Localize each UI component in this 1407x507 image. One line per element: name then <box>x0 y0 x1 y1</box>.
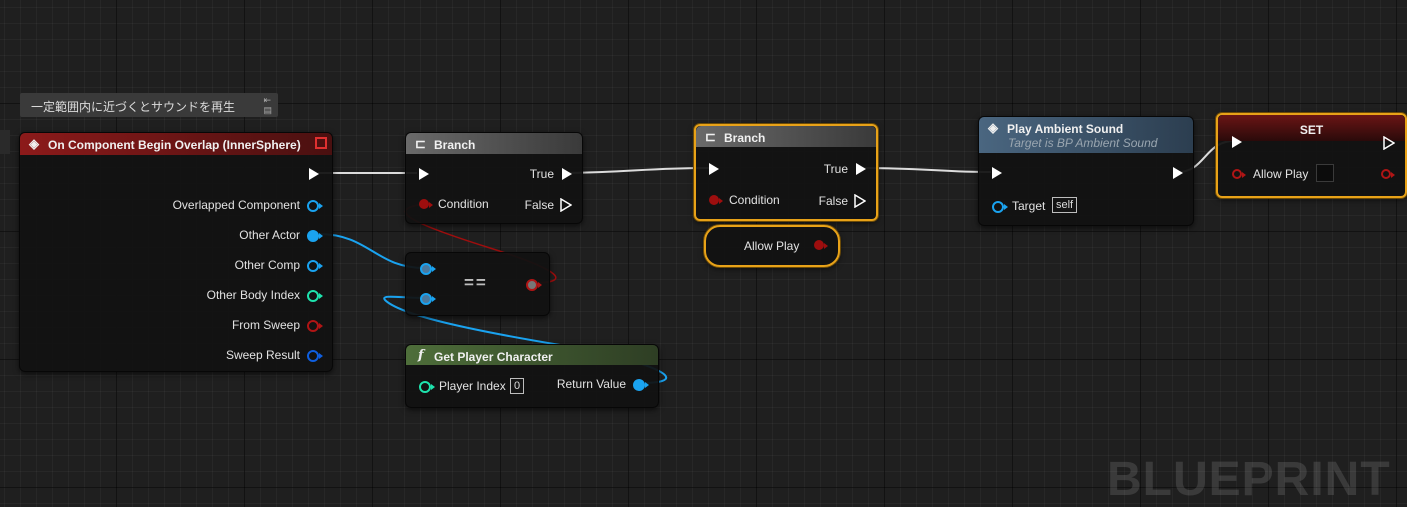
condition-pin[interactable] <box>709 195 723 205</box>
from-sweep-pin[interactable] <box>307 320 323 332</box>
side-tab[interactable] <box>0 130 10 154</box>
set-node-header[interactable]: SET <box>1218 115 1405 141</box>
branch-node-title: Branch <box>724 131 766 145</box>
event-node-header[interactable]: ◈ On Component Begin Overlap (InnerSpher… <box>20 133 332 155</box>
other-actor-pin[interactable] <box>307 230 323 242</box>
branch-node-header[interactable]: ⊏ Branch <box>406 133 582 154</box>
event-node-title: On Component Begin Overlap (InnerSphere) <box>48 138 301 152</box>
pin-label: From Sweep <box>231 318 300 332</box>
comment-pin-icon[interactable]: ⇤ ▤ <box>263 95 272 115</box>
allow-play-input-pin[interactable] <box>1232 169 1246 179</box>
player-index-pin[interactable] <box>419 381 435 393</box>
branch-icon: ⊏ <box>705 129 716 144</box>
false-label: False <box>818 194 848 208</box>
target-self-box[interactable]: self <box>1052 197 1078 213</box>
branch-node-1[interactable]: ⊏ Branch True Condition False <box>405 132 583 224</box>
get-player-character-node[interactable]: f Get Player Character Player Index 0 Re… <box>405 344 659 408</box>
other-body-index-pin[interactable] <box>307 290 323 302</box>
false-exec-pin[interactable] <box>560 198 572 212</box>
exec-output-pin[interactable] <box>309 168 319 180</box>
overlapped-component-pin[interactable] <box>307 200 323 212</box>
allow-play-label: Allow Play <box>1253 167 1309 181</box>
target-label: Target <box>1012 199 1046 213</box>
exec-wire <box>859 167 992 173</box>
pin-label: Other Actor <box>239 228 300 242</box>
exec-output-pin[interactable] <box>1173 167 1183 179</box>
get-player-header[interactable]: f Get Player Character <box>406 345 658 365</box>
get-player-title: Get Player Character <box>434 350 553 364</box>
other-comp-pin[interactable] <box>307 260 323 272</box>
equal-input-b-pin[interactable] <box>420 293 436 305</box>
comment-box[interactable]: 一定範囲内に近づくとサウンドを再生 ⇤ ▤ <box>20 93 278 117</box>
return-value-pin[interactable] <box>633 379 649 391</box>
event-diamond-icon: ◈ <box>29 136 39 151</box>
pin-label: Other Body Index <box>206 288 300 302</box>
target-pin[interactable] <box>992 201 1008 213</box>
true-exec-pin[interactable] <box>856 163 866 175</box>
sweep-result-pin[interactable] <box>307 350 323 362</box>
function-icon: f <box>418 348 424 363</box>
exec-input-pin[interactable] <box>992 167 1002 179</box>
allow-play-output-pin[interactable] <box>814 240 828 250</box>
allow-play-output-pin[interactable] <box>1381 169 1395 179</box>
allow-play-checkbox[interactable] <box>1316 164 1334 182</box>
exec-wire <box>567 167 710 174</box>
branch-node-2[interactable]: ⊏ Branch True Condition False <box>694 124 878 221</box>
condition-label: Condition <box>729 193 780 207</box>
exec-output-pin[interactable] <box>1383 136 1395 150</box>
function-diamond-icon: ◈ <box>988 120 998 135</box>
play-ambient-sound-node[interactable]: ◈ Play Ambient Sound Target is BP Ambien… <box>978 116 1194 226</box>
delegate-pin-icon[interactable] <box>315 137 327 149</box>
comment-text: 一定範囲内に近づくとサウンドを再生 <box>31 100 236 114</box>
true-exec-pin[interactable] <box>562 168 572 180</box>
play-sound-title: Play Ambient Sound <box>1007 122 1124 136</box>
pin-label: Overlapped Component <box>172 198 300 212</box>
return-value-label: Return Value <box>556 377 626 391</box>
pin-label: Other Comp <box>234 258 300 272</box>
equal-output-pin[interactable] <box>526 279 542 291</box>
set-allow-play-node[interactable]: SET Allow Play <box>1216 113 1407 198</box>
exec-input-pin[interactable] <box>1232 136 1242 148</box>
pin-label: Sweep Result <box>225 348 300 362</box>
branch-node-header[interactable]: ⊏ Branch <box>696 126 876 147</box>
allow-play-getter-label: Allow Play <box>744 239 800 253</box>
exec-input-pin[interactable] <box>419 168 429 180</box>
false-label: False <box>524 198 554 212</box>
false-exec-pin[interactable] <box>854 194 866 208</box>
blueprint-watermark: BLUEPRINT <box>1107 453 1391 506</box>
equal-node[interactable]: == <box>405 252 550 316</box>
player-index-label: Player Index <box>439 379 506 393</box>
allow-play-getter-node[interactable]: Allow Play <box>704 225 840 267</box>
condition-label: Condition <box>438 197 489 211</box>
true-label: True <box>823 162 848 176</box>
branch-node-title: Branch <box>434 138 476 152</box>
play-sound-subtitle: Target is BP Ambient Sound <box>1008 136 1158 150</box>
condition-pin[interactable] <box>419 199 433 209</box>
equal-operator: == <box>464 273 488 292</box>
play-sound-header[interactable]: ◈ Play Ambient Sound Target is BP Ambien… <box>979 117 1193 153</box>
equal-input-a-pin[interactable] <box>420 263 436 275</box>
true-label: True <box>529 167 554 181</box>
branch-icon: ⊏ <box>415 136 426 151</box>
exec-input-pin[interactable] <box>709 163 719 175</box>
set-node-title: SET <box>1299 123 1324 137</box>
event-node-begin-overlap[interactable]: ◈ On Component Begin Overlap (InnerSpher… <box>19 132 333 372</box>
player-index-input[interactable]: 0 <box>510 378 525 394</box>
